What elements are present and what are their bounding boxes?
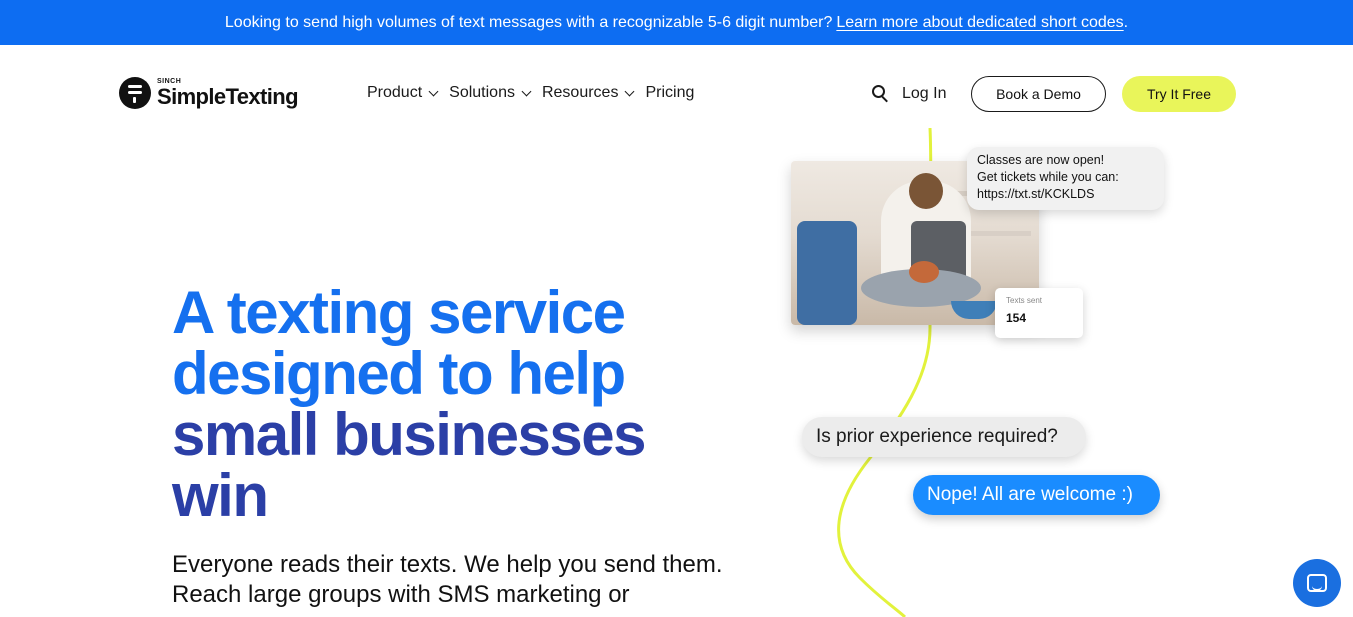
hero-subtitle: Everyone reads their texts. We help you … — [172, 551, 723, 608]
site-header: SINCH SimpleTexting Product Solutions Re… — [0, 45, 1353, 129]
logo-icon — [119, 77, 151, 109]
nav-solutions[interactable]: Solutions — [449, 84, 532, 102]
bubble-line-1: Classes are now open! — [977, 153, 1105, 167]
announcement-period: . — [1123, 13, 1129, 31]
try-free-button[interactable]: Try It Free — [1122, 76, 1236, 112]
logo[interactable]: SINCH SimpleTexting — [119, 77, 299, 109]
texts-sent-label: Texts sent — [1006, 296, 1043, 305]
chevron-down-icon — [428, 86, 439, 96]
nav-product[interactable]: Product — [367, 84, 439, 102]
texts-sent-value: 154 — [1006, 311, 1027, 325]
hero-illustration: Classes are now open! Get tickets while … — [780, 128, 1200, 617]
message-bubble-answer: Nope! All are welcome :) — [913, 475, 1160, 515]
hero-title-line-2: designed to help — [172, 340, 626, 407]
message-bubble-question: Is prior experience required? — [802, 417, 1086, 457]
bubble-line-3: https://txt.st/KCKLDS — [977, 187, 1095, 201]
texts-sent-card: Texts sent 154 — [995, 288, 1083, 338]
hero-title-line-3: small businesses — [172, 401, 646, 468]
nav-solutions-label: Solutions — [449, 84, 515, 101]
search-icon[interactable] — [872, 85, 890, 103]
hero-title: A texting service designed to help small… — [172, 282, 732, 526]
short-codes-link[interactable]: Learn more about dedicated short codes — [836, 14, 1123, 32]
chevron-down-icon — [625, 86, 635, 96]
message-bubble-classes-open: Classes are now open! Get tickets while … — [967, 147, 1164, 210]
hero-title-line-4: win — [172, 462, 269, 529]
book-demo-button[interactable]: Book a Demo — [971, 76, 1106, 112]
main-nav: Product Solutions Resources Pricing — [367, 84, 706, 102]
hero-title-line-1: A texting service — [172, 279, 626, 346]
nav-product-label: Product — [367, 84, 423, 101]
chat-launcher-button[interactable] — [1293, 559, 1341, 607]
nav-pricing-label: Pricing — [645, 84, 695, 101]
chat-icon — [1307, 574, 1327, 592]
chevron-down-icon — [521, 86, 532, 96]
login-link[interactable]: Log In — [902, 85, 946, 103]
nav-resources[interactable]: Resources — [541, 84, 635, 102]
nav-resources-label: Resources — [541, 84, 619, 101]
nav-pricing[interactable]: Pricing — [645, 84, 694, 102]
bubble-line-2: Get tickets while you can: — [977, 170, 1119, 184]
logo-brand-name: SimpleTexting — [157, 83, 299, 109]
announcement-bar: Looking to send high volumes of text mes… — [0, 0, 1353, 45]
announcement-text: Looking to send high volumes of text mes… — [224, 13, 833, 31]
